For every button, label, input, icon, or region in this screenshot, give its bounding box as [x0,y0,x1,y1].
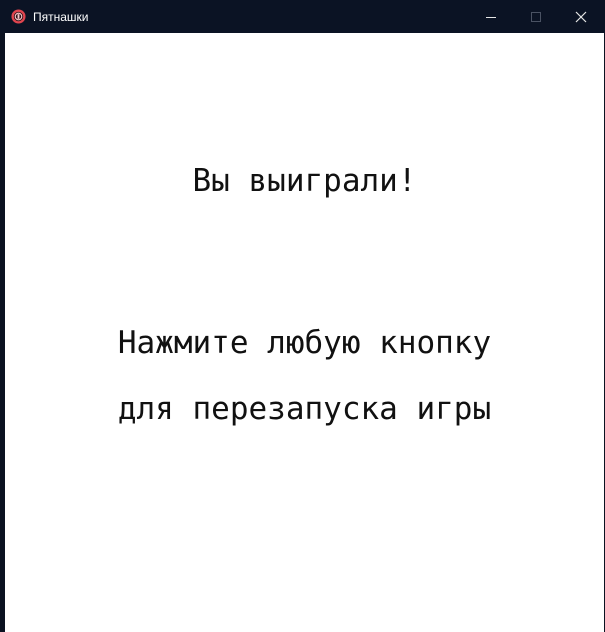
game-canvas[interactable]: Вы выиграли! Нажмите любую кнопку для пе… [5,33,604,632]
maximize-icon [530,11,541,22]
win-message: Вы выиграли! [192,163,417,199]
restart-instruction-line1: Нажмите любую кнопку [117,325,492,361]
app-logo-icon [11,9,26,24]
minimize-button[interactable] [468,0,513,33]
close-button[interactable] [558,0,603,33]
restart-instruction-line2: для перезапуска игры [117,391,492,427]
window-title: Пятнашки [33,10,89,24]
close-icon [575,11,586,22]
title-bar[interactable]: Пятнашки [0,0,605,33]
maximize-button[interactable] [513,0,558,33]
minimize-icon [485,16,496,18]
app-window: Пятнашки Вы выиграли! Нажмите любую кноп… [0,0,605,632]
